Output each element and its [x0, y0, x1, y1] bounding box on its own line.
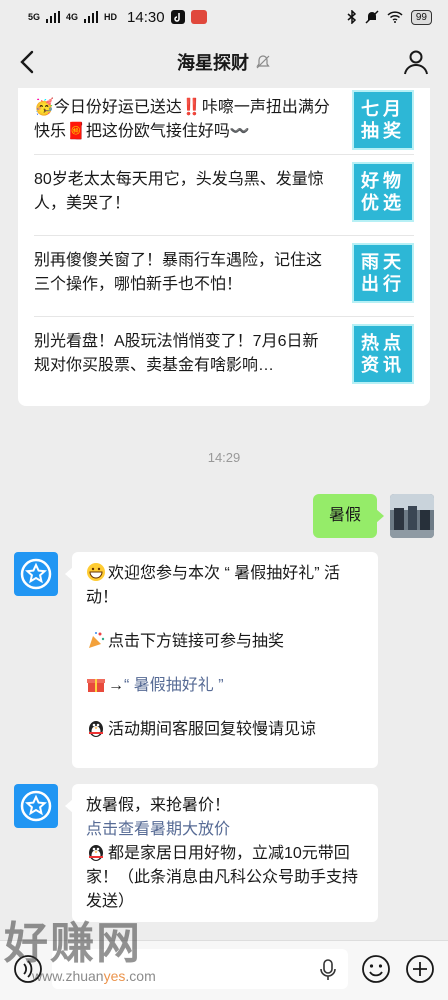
- back-icon[interactable]: [14, 48, 42, 76]
- article-item[interactable]: 80岁老太太每天用它，头发乌黑、发量惊人，美哭了！ 好物 优选: [34, 162, 414, 222]
- tiktok-icon: [170, 10, 185, 24]
- battery-icon: 99: [410, 9, 432, 25]
- gift-icon: [87, 679, 105, 692]
- notice-text: 活动期间客服回复较慢请见谅: [108, 721, 317, 738]
- profile-icon[interactable]: [402, 48, 430, 76]
- article-thumbnail: 热点 资讯: [352, 324, 414, 384]
- article-item[interactable]: 别再傻傻关窗了！暴雨行车遇险，记住这三个操作，哪怕新手也不怕！ 雨天 出行: [34, 243, 414, 303]
- article-title: 🥳今日份好运已送达‼️咔嚓一声扭出满分快乐🧧把这份欧气接住好吗〰️: [34, 99, 330, 140]
- star-logo-icon: [20, 790, 52, 822]
- input-bar: [0, 940, 448, 1000]
- thumb-text: 七月: [361, 99, 405, 119]
- grin-emoji-icon: [87, 563, 105, 581]
- article-card: 🥳今日份好运已送达‼️咔嚓一声扭出满分快乐🧧把这份欧气接住好吗〰️ 七月 抽奖 …: [18, 88, 430, 406]
- divider: [34, 154, 414, 155]
- message-line: 都是家居日用好物，立减10元带回家！（此条消息由凡科公众号助手支持发送）: [86, 842, 364, 914]
- mute-bell-icon: [256, 55, 270, 69]
- article-thumbnail: 雨天 出行: [352, 243, 414, 303]
- plus-icon[interactable]: [404, 953, 436, 985]
- voice-toggle-icon[interactable]: [12, 953, 44, 985]
- promo-link[interactable]: 点击查看暑期大放价: [86, 818, 364, 842]
- hd-badge: HD: [104, 11, 118, 22]
- self-message-bubble[interactable]: 暑假: [313, 494, 385, 538]
- instruction-text: 点击下方链接可参与抽奖: [108, 633, 285, 650]
- status-bar: 5G 4G HD 14:30 99: [0, 0, 448, 34]
- self-avatar[interactable]: [390, 494, 434, 538]
- status-right: 99: [347, 9, 432, 25]
- network-4g: 4G: [66, 11, 79, 22]
- thumb-text: 抽奖: [361, 121, 405, 141]
- nav-bar: 海星探财: [0, 34, 448, 90]
- star-logo-icon: [20, 558, 52, 590]
- party-popper-icon: [89, 632, 105, 648]
- status-left: 5G 4G HD 14:30: [28, 9, 207, 26]
- bot-avatar[interactable]: [14, 552, 58, 596]
- article-title: 80岁老太太每天用它，头发乌黑、发量惊人，美哭了！: [34, 171, 324, 212]
- bot-message-bubble[interactable]: 欢迎您参与本次 “ 暑假抽好礼” 活动！ 点击下方链接可参与抽奖 →“ 暑假抽好…: [65, 552, 378, 768]
- signal-icon: [46, 11, 61, 23]
- thumb-text: 好物: [361, 171, 405, 191]
- lottery-link[interactable]: “ 暑假抽好礼 ”: [124, 677, 224, 694]
- article-item[interactable]: 别光看盘！A股玩法悄悄变了！7月6日新规对你买股票、卖基金有啥影响… 热点 资讯: [34, 324, 414, 384]
- chat-title-text: 海星探财: [177, 53, 249, 73]
- thumb-text: 优选: [361, 193, 405, 213]
- thumb-text: 出行: [361, 274, 405, 294]
- message-line: 欢迎您参与本次 “ 暑假抽好礼” 活动！: [86, 562, 364, 610]
- thumb-text: 资讯: [361, 355, 405, 375]
- thumb-text: 热点: [361, 333, 405, 353]
- message-input[interactable]: [52, 949, 348, 989]
- promo-text: 都是家居日用好物，立减10元带回家！（此条消息由凡科公众号助手支持发送）: [86, 845, 359, 910]
- mute-status-icon: [365, 10, 379, 24]
- chat-timestamp: 14:29: [207, 450, 241, 465]
- welcome-text: 欢迎您参与本次 “ 暑假抽好礼” 活动！: [86, 565, 340, 606]
- article-thumbnail: 七月 抽奖: [352, 90, 414, 150]
- bluetooth-icon: [347, 10, 356, 24]
- bot-avatar[interactable]: [14, 784, 58, 828]
- penguin-icon: [89, 845, 103, 861]
- message-line: →“ 暑假抽好礼 ”: [86, 674, 364, 698]
- divider: [34, 235, 414, 236]
- article-item[interactable]: 🥳今日份好运已送达‼️咔嚓一声扭出满分快乐🧧把这份欧气接住好吗〰️ 七月 抽奖: [34, 90, 414, 150]
- promo-headline: 放暑假，来抢暑价！: [86, 797, 231, 814]
- divider: [34, 316, 414, 317]
- article-thumbnail: 好物 优选: [352, 162, 414, 222]
- status-time: 14:30: [127, 8, 165, 26]
- signal-icon: [84, 11, 99, 23]
- message-line: 点击下方链接可参与抽奖: [86, 630, 364, 654]
- thumb-text: 雨天: [361, 252, 405, 272]
- arrow-text: →: [108, 677, 124, 694]
- app-notification-icon: [190, 10, 207, 24]
- chat-title: 海星探财: [177, 49, 271, 75]
- microphone-icon[interactable]: [318, 959, 338, 981]
- article-title: 别光看盘！A股玩法悄悄变了！7月6日新规对你买股票、卖基金有啥影响…: [34, 333, 319, 374]
- network-5g: 5G: [28, 11, 41, 22]
- penguin-icon: [89, 721, 103, 737]
- message-line: 活动期间客服回复较慢请见谅: [86, 718, 364, 742]
- emoji-icon[interactable]: [360, 953, 392, 985]
- wifi-icon: [387, 11, 403, 23]
- bot-message-bubble[interactable]: 放暑假，来抢暑价！ 点击查看暑期大放价 都是家居日用好物，立减10元带回家！（此…: [65, 784, 378, 922]
- article-title: 别再傻傻关窗了！暴雨行车遇险，记住这三个操作，哪怕新手也不怕！: [34, 252, 323, 293]
